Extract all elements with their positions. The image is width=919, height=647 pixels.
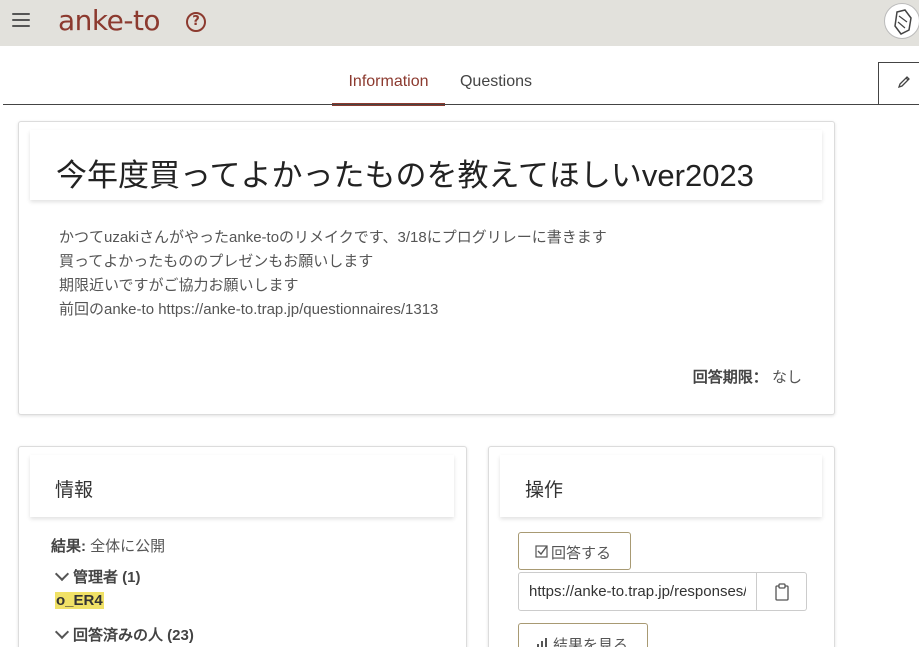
edit-button[interactable] bbox=[878, 62, 919, 105]
deadline-label: 回答期限： bbox=[692, 369, 768, 386]
admins-label: 管理者 (1) bbox=[73, 569, 141, 586]
result-visibility: 結果: 全体に公開 bbox=[51, 535, 165, 556]
title-box: 今年度買ってよかったものを教えてほしいver2023 bbox=[30, 130, 822, 200]
response-url-field[interactable] bbox=[518, 572, 757, 611]
operations-title-box: 操作 bbox=[500, 455, 822, 517]
tab-information-label: Information bbox=[348, 73, 429, 90]
chevron-down-icon bbox=[54, 624, 70, 640]
checkbox-icon bbox=[535, 545, 548, 558]
admins-toggle[interactable]: 管理者 (1) bbox=[54, 566, 141, 587]
info-title: 情報 bbox=[55, 480, 94, 501]
hamburger-menu-icon[interactable] bbox=[12, 13, 30, 27]
tab-questions[interactable]: Questions bbox=[452, 62, 540, 104]
responders-label: 回答済みの人 (23) bbox=[73, 627, 194, 644]
answer-button[interactable]: 回答する bbox=[518, 532, 631, 570]
operations-card: 操作 回答する 結果を見る bbox=[488, 446, 835, 647]
bar-chart-icon bbox=[537, 638, 547, 647]
operations-title: 操作 bbox=[525, 480, 564, 501]
deadline-value: なし bbox=[771, 369, 802, 386]
clipboard-icon bbox=[775, 583, 789, 601]
view-results-button[interactable]: 結果を見る bbox=[518, 623, 648, 647]
view-results-label: 結果を見る bbox=[553, 637, 629, 647]
app-header: anke-to ? bbox=[0, 0, 919, 46]
copy-url-button[interactable] bbox=[757, 572, 807, 611]
tab-information[interactable]: Information bbox=[332, 62, 445, 106]
questionnaire-description: かつてuzakiさんがやったanke-toのリメイクです、3/18にプログリレー… bbox=[59, 226, 607, 322]
responders-toggle[interactable]: 回答済みの人 (23) bbox=[54, 624, 194, 645]
admin-name: o_ER4 bbox=[55, 592, 104, 609]
result-value: 全体に公開 bbox=[90, 538, 166, 555]
app-logo[interactable]: anke-to bbox=[58, 4, 161, 37]
result-label: 結果: bbox=[51, 538, 86, 555]
info-title-box: 情報 bbox=[30, 455, 454, 517]
pencil-icon bbox=[897, 76, 910, 89]
info-card: 情報 結果: 全体に公開 管理者 (1) o_ER4 回答済みの人 (23) bbox=[18, 446, 467, 647]
questionnaire-card: 今年度買ってよかったものを教えてほしいver2023 かつてuzakiさんがやっ… bbox=[18, 121, 835, 415]
tab-questions-label: Questions bbox=[459, 73, 533, 90]
tabs-divider bbox=[3, 104, 879, 105]
deadline: 回答期限： なし bbox=[693, 366, 802, 387]
description-line: 買ってよかったもののプレゼンもお願いします bbox=[59, 253, 374, 270]
user-avatar[interactable] bbox=[884, 3, 919, 39]
description-line: 前回のanke-to https://anke-to.trap.jp/quest… bbox=[59, 301, 439, 318]
chevron-down-icon bbox=[54, 566, 70, 582]
questionnaire-title: 今年度買ってよかったものを教えてほしいver2023 bbox=[56, 158, 754, 193]
answer-button-label: 回答する bbox=[551, 545, 612, 562]
help-icon[interactable]: ? bbox=[186, 12, 206, 32]
description-line: かつてuzakiさんがやったanke-toのリメイクです、3/18にプログリレー… bbox=[59, 229, 607, 246]
description-line: 期限近いですがご協力お願いします bbox=[59, 277, 299, 294]
